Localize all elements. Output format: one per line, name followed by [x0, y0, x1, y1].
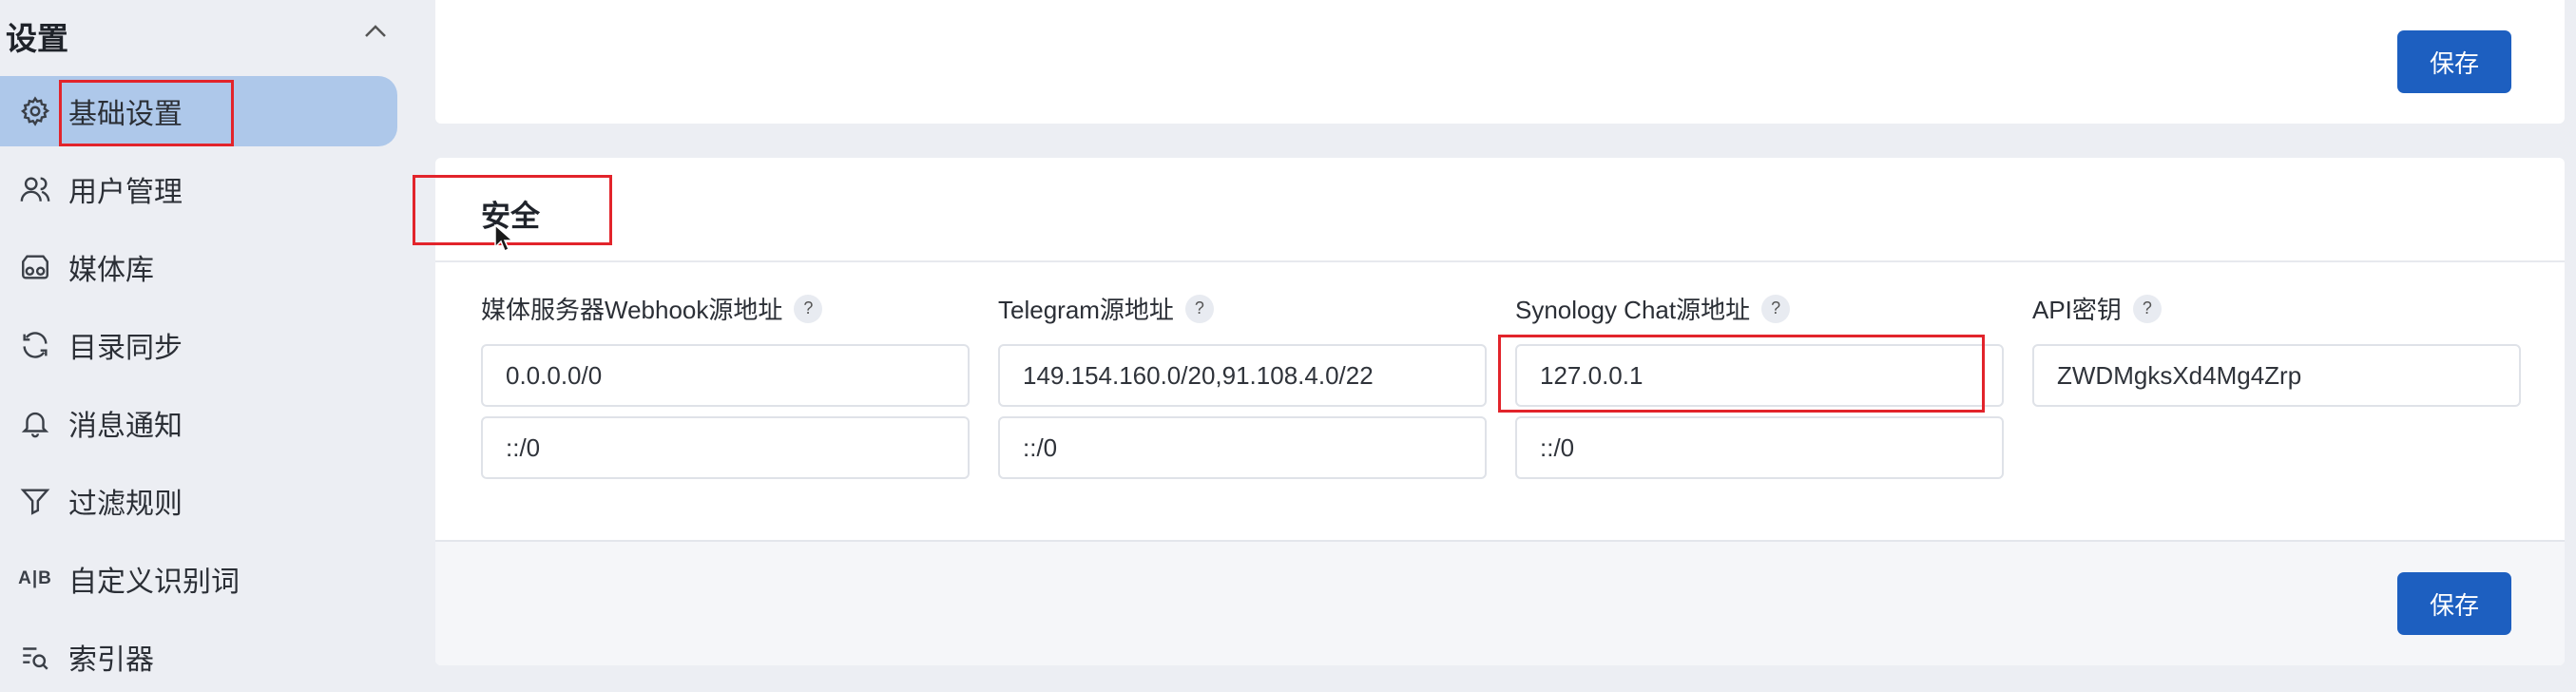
webhook-source-input-2[interactable]: ::/0 — [481, 416, 970, 479]
sidebar-item-filter-rules[interactable]: 过滤规则 — [0, 466, 397, 536]
sidebar-item-label: 自定义识别词 — [68, 567, 240, 598]
sidebar: 设置 基础设置 用户管理 媒体库 目录同步 消息通知 过滤规则 A|B 自定义识… — [0, 0, 409, 692]
help-icon[interactable]: ? — [2132, 294, 2162, 323]
sidebar-item-media-library[interactable]: 媒体库 — [0, 232, 397, 302]
sidebar-item-indexer[interactable]: 索引器 — [0, 622, 397, 692]
users-icon — [19, 173, 51, 205]
sidebar-item-directory-sync[interactable]: 目录同步 — [0, 310, 397, 380]
sidebar-title: 设置 — [6, 21, 68, 56]
api-key-label: API密钥 ? — [2032, 291, 2162, 326]
help-icon[interactable]: ? — [1761, 294, 1791, 323]
sidebar-item-label: 用户管理 — [68, 177, 183, 208]
webhook-source-input-1[interactable]: 0.0.0.0/0 — [481, 344, 970, 407]
filter-icon — [19, 485, 51, 517]
section-footer: 保存 — [435, 540, 2565, 665]
sync-icon — [19, 329, 51, 361]
mouse-cursor-icon — [494, 224, 514, 253]
sidebar-item-label: 目录同步 — [68, 333, 183, 364]
indexer-search-icon — [19, 641, 51, 673]
save-button-top[interactable]: 保存 — [2397, 30, 2511, 93]
ab-text-icon: A|B — [18, 568, 52, 588]
help-icon[interactable]: ? — [794, 294, 823, 323]
media-library-icon — [19, 251, 51, 283]
chevron-up-icon[interactable] — [361, 17, 390, 46]
telegram-source-input-2[interactable]: ::/0 — [998, 416, 1487, 479]
sidebar-item-label: 索引器 — [68, 644, 154, 676]
help-icon[interactable]: ? — [1184, 294, 1214, 323]
gear-icon — [19, 95, 51, 127]
synology-source-label: Synology Chat源地址 ? — [1515, 291, 1791, 326]
sidebar-item-user-management[interactable]: 用户管理 — [0, 154, 397, 224]
highlight-box-synology-input — [1498, 335, 1985, 413]
api-key-input[interactable]: ZWDMgksXd4Mg4Zrp — [2032, 344, 2521, 407]
section-divider — [435, 260, 2565, 262]
sidebar-item-label: 媒体库 — [68, 255, 154, 286]
previous-section-card: 保存 — [435, 0, 2565, 124]
bell-icon — [19, 407, 51, 439]
sidebar-item-label: 过滤规则 — [68, 489, 183, 520]
webhook-source-label: 媒体服务器Webhook源地址 ? — [481, 291, 823, 326]
sidebar-item-custom-words[interactable]: A|B 自定义识别词 — [0, 544, 397, 614]
sidebar-item-label: 消息通知 — [68, 411, 183, 442]
sidebar-item-notifications[interactable]: 消息通知 — [0, 388, 397, 458]
synology-source-input-2[interactable]: ::/0 — [1515, 416, 2004, 479]
highlight-box-nav — [59, 80, 234, 146]
save-button[interactable]: 保存 — [2397, 572, 2511, 635]
telegram-source-input-1[interactable]: 149.154.160.0/20,91.108.4.0/22 — [998, 344, 1487, 407]
telegram-source-label: Telegram源地址 ? — [998, 291, 1214, 326]
